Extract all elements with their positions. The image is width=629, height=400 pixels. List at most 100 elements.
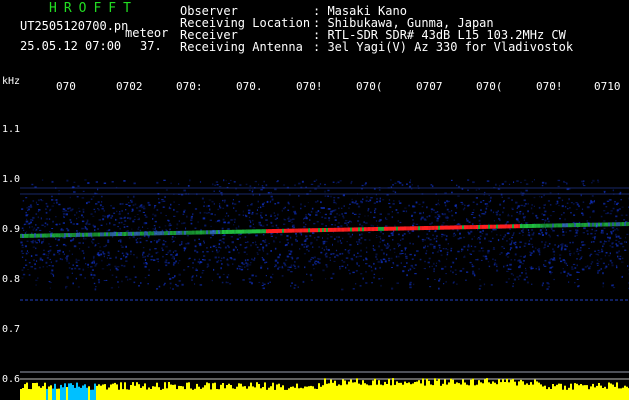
band-segment: [318, 228, 320, 233]
noise-speck: [320, 201, 322, 204]
noise-speck: [575, 202, 578, 204]
noise-speck: [422, 201, 425, 204]
noise-speck: [473, 209, 475, 211]
noise-speck: [267, 192, 270, 194]
noise-speck: [468, 221, 471, 223]
noise-speck: [206, 247, 208, 249]
noise-speck: [244, 259, 247, 262]
noise-speck: [400, 250, 403, 252]
meter-bar: [422, 378, 424, 400]
noise-speck: [372, 248, 375, 250]
noise-speck: [51, 199, 54, 201]
noise-speck: [379, 213, 382, 215]
band-segment: [92, 232, 94, 237]
noise-speck: [213, 268, 215, 271]
noise-speck: [215, 247, 217, 249]
observation-kind: meteor: [125, 26, 169, 40]
noise-speck: [513, 181, 515, 183]
noise-speck: [438, 287, 440, 290]
noise-speck: [303, 226, 306, 228]
noise-speck: [574, 282, 576, 284]
noise-speck: [25, 197, 28, 199]
noise-speck: [183, 269, 186, 271]
noise-speck: [87, 266, 89, 268]
band-segment: [188, 230, 190, 235]
noise-speck: [464, 204, 466, 207]
noise-speck: [573, 214, 576, 216]
meter-bar: [310, 385, 312, 400]
band-segment: [26, 233, 28, 238]
meter-bar: [434, 378, 436, 400]
noise-speck: [95, 203, 98, 205]
meter-bar: [192, 389, 194, 400]
meter-bar: [534, 379, 536, 400]
band-segment: [126, 231, 128, 236]
noise-speck: [379, 200, 381, 203]
noise-speck: [327, 189, 330, 192]
noise-speck: [388, 199, 391, 201]
noise-speck: [369, 200, 371, 202]
noise-speck: [187, 185, 190, 187]
meter-bar: [394, 384, 396, 400]
meter-bar: [454, 383, 456, 400]
band-segment: [236, 229, 238, 234]
noise-speck: [110, 217, 113, 219]
noise-speck: [439, 278, 441, 280]
meter-bar: [364, 383, 366, 400]
meter-bar: [170, 384, 172, 400]
noise-speck: [54, 199, 57, 201]
meter-bar: [402, 384, 404, 400]
noise-speck: [30, 255, 33, 257]
noise-speck: [531, 181, 533, 183]
noise-speck: [247, 268, 249, 271]
noise-speck: [246, 264, 249, 267]
noise-speck: [181, 243, 183, 245]
band-segment: [616, 222, 618, 227]
noise-speck: [525, 267, 527, 269]
noise-speck: [162, 206, 166, 208]
noise-speck: [223, 179, 225, 182]
noise-speck: [522, 231, 524, 233]
noise-speck: [197, 261, 200, 263]
band-segment: [336, 227, 338, 232]
noise-speck: [608, 255, 611, 257]
noise-speck: [124, 216, 126, 218]
noise-speck: [168, 249, 172, 252]
noise-speck: [290, 264, 293, 267]
noise-speck: [454, 234, 457, 236]
noise-speck: [232, 199, 234, 201]
noise-speck: [434, 230, 437, 232]
noise-speck: [60, 228, 63, 231]
noise-speck: [109, 257, 112, 259]
noise-speck: [146, 227, 149, 229]
noise-speck: [512, 209, 514, 210]
noise-speck: [161, 247, 163, 249]
noise-speck: [348, 249, 351, 251]
noise-speck: [408, 204, 410, 207]
meter-bar: [76, 382, 78, 400]
noise-speck: [581, 180, 584, 183]
noise-speck: [435, 237, 438, 239]
meter-bar: [592, 383, 594, 400]
noise-speck: [175, 284, 177, 286]
band-segment: [626, 222, 628, 227]
meter-bar: [602, 388, 604, 400]
noise-speck: [412, 243, 414, 245]
noise-speck: [396, 264, 399, 267]
noise-speck: [170, 203, 172, 206]
noise-speck: [499, 234, 502, 236]
noise-speck: [251, 213, 254, 215]
noise-speck: [293, 264, 295, 267]
noise-speck: [76, 230, 78, 232]
noise-speck: [385, 247, 388, 249]
noise-speck: [211, 200, 214, 203]
noise-speck: [495, 183, 497, 186]
noise-speck: [472, 270, 475, 273]
noise-speck: [335, 202, 337, 205]
noise-speck: [256, 252, 259, 254]
noise-speck: [194, 245, 197, 248]
noise-speck: [479, 235, 482, 237]
noise-speck: [507, 197, 510, 199]
noise-speck: [287, 216, 290, 218]
noise-speck: [90, 266, 93, 268]
